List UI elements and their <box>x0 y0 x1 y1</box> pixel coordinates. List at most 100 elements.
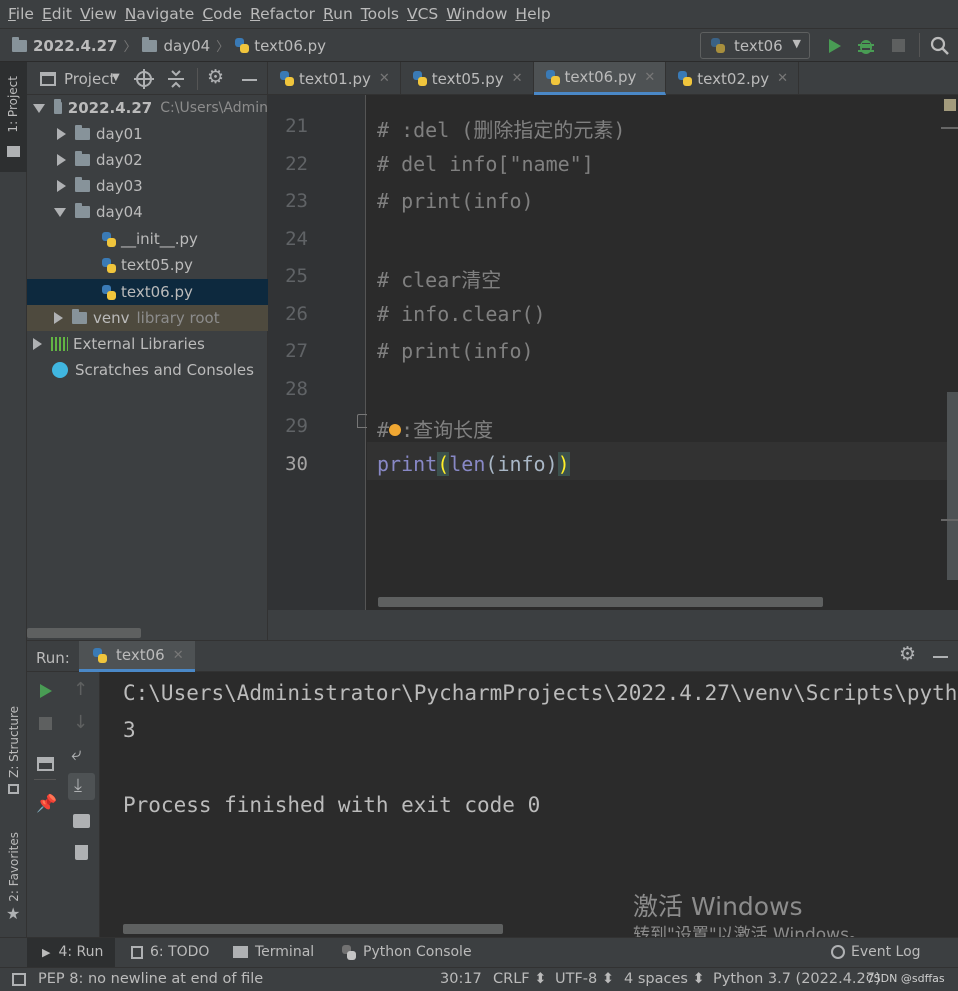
menu-edit[interactable]: Edit <box>38 5 76 23</box>
pin-icon[interactable]: 📌 <box>36 794 57 814</box>
chevron-right-icon: 〉 <box>216 40 230 55</box>
menu-refactor[interactable]: Refactor <box>246 5 319 23</box>
tree-folder-day04[interactable]: day04 <box>27 199 268 225</box>
tab-label: text01.py <box>299 69 371 88</box>
tab-text01[interactable]: text01.py ✕ <box>268 62 401 95</box>
menu-tools[interactable]: Tools <box>357 5 403 23</box>
tab-text02[interactable]: text02.py ✕ <box>666 62 800 95</box>
expand-icon[interactable] <box>54 207 66 217</box>
minimize-icon[interactable] <box>933 656 948 658</box>
project-view-select[interactable]: Project <box>64 70 115 88</box>
run-icon[interactable] <box>827 38 843 54</box>
tab-text06[interactable]: text06.py ✕ <box>533 62 667 95</box>
arrow-down-icon[interactable]: ↓ <box>73 712 88 733</box>
status-position[interactable]: 30:17 <box>440 971 482 987</box>
tab-python-console[interactable]: Python Console <box>342 944 472 960</box>
run-tab-text06[interactable]: text06 ✕ <box>79 641 195 672</box>
trash-icon[interactable] <box>75 845 88 860</box>
soft-wrap-icon[interactable]: ⤶ <box>71 743 82 765</box>
breadcrumb-folder[interactable]: day04 <box>163 37 210 55</box>
run-console[interactable]: C:\Users\Administrator\PycharmProjects\2… <box>100 672 958 937</box>
error-stripe-mark <box>941 127 958 129</box>
menu-vcs[interactable]: VCS <box>403 5 442 23</box>
tree-folder-label: day02 <box>96 151 143 169</box>
menu-file[interactable]: File <box>4 5 38 23</box>
project-tool-tab[interactable]: 1: Project <box>0 62 27 172</box>
menu-code[interactable]: Code <box>198 5 246 23</box>
status-encoding[interactable]: UTF-8 ⬍ <box>555 971 614 987</box>
status-bar: PEP 8: no newline at end of file 30:17 C… <box>0 967 958 991</box>
tab-todo[interactable]: 6: TODO <box>131 944 209 960</box>
chevron-down-icon: ▼ <box>792 37 801 50</box>
credit-watermark: CSDN @sdffas <box>866 972 945 985</box>
folder-icon <box>72 309 87 324</box>
library-icon <box>51 337 68 351</box>
structure-tool-tab[interactable]: Z: Structure <box>7 706 21 778</box>
line-number: 21 <box>285 115 308 137</box>
collapse-icon[interactable] <box>57 128 66 140</box>
menu-run[interactable]: Run <box>319 5 357 23</box>
search-icon[interactable] <box>930 36 949 55</box>
tab-run[interactable]: ▶ 4: Run <box>42 944 103 960</box>
code-line: # :del (删除指定的元素) <box>377 118 626 142</box>
close-icon[interactable]: ✕ <box>777 71 788 86</box>
tree-scratches[interactable]: Scratches and Consoles <box>27 357 268 383</box>
debug-icon[interactable] <box>857 36 875 55</box>
collapse-all-icon[interactable] <box>167 69 185 89</box>
locate-icon[interactable] <box>134 69 154 89</box>
tree-file-init[interactable]: __init__.py <box>27 226 268 252</box>
arrow-up-icon[interactable]: ↑ <box>73 679 88 700</box>
collapse-icon[interactable] <box>54 312 63 324</box>
favorites-tool-tab[interactable]: 2: Favorites <box>7 832 21 902</box>
status-line-separator[interactable]: CRLF ⬍ <box>493 971 546 987</box>
rerun-icon[interactable] <box>38 683 54 699</box>
collapse-icon[interactable] <box>57 180 66 192</box>
expand-icon[interactable] <box>33 103 45 113</box>
run-configuration-select[interactable]: text06 ▼ <box>700 32 810 59</box>
breadcrumb-project[interactable]: 2022.4.27 <box>33 37 117 55</box>
stop-icon[interactable] <box>892 39 905 52</box>
layout-icon[interactable] <box>37 757 54 771</box>
status-indent[interactable]: 4 spaces ⬍ <box>624 971 705 987</box>
code-editor[interactable]: # :del (删除指定的元素) # del info["name"] # pr… <box>367 95 958 610</box>
close-icon[interactable]: ✕ <box>644 70 655 85</box>
editor-tabs: text01.py ✕ text05.py ✕ text06.py ✕ text02.… <box>268 62 958 95</box>
tree-file-text05[interactable]: text05.py <box>27 252 268 278</box>
paren-token: ) <box>557 452 570 476</box>
close-icon[interactable]: ✕ <box>173 648 184 663</box>
menu-help[interactable]: Help <box>511 5 554 23</box>
inspection-status-icon[interactable] <box>944 99 956 111</box>
status-message[interactable]: PEP 8: no newline at end of file <box>38 971 263 987</box>
tree-folder-day02[interactable]: day02 <box>27 147 268 173</box>
tab-event-log[interactable]: Event Log <box>831 944 921 960</box>
tool-windows-icon[interactable] <box>12 973 26 986</box>
print-icon[interactable] <box>73 814 90 828</box>
tab-terminal[interactable]: Terminal <box>233 944 314 960</box>
vertical-scrollbar[interactable] <box>947 392 958 580</box>
close-icon[interactable]: ✕ <box>512 71 523 86</box>
menu-navigate[interactable]: Navigate <box>121 5 199 23</box>
tree-folder-day03[interactable]: day03 <box>27 173 268 199</box>
collapse-icon[interactable] <box>57 154 66 166</box>
tree-folder-venv[interactable]: venv library root <box>27 305 268 331</box>
close-icon[interactable]: ✕ <box>379 71 390 86</box>
tree-folder-day01[interactable]: day01 <box>27 121 268 147</box>
tree-file-text06-selected[interactable]: text06.py <box>27 279 268 305</box>
chevron-down-icon[interactable]: ▼ <box>112 72 120 83</box>
gear-icon[interactable]: ⚙ <box>207 66 224 88</box>
lightbulb-icon[interactable] <box>389 424 401 436</box>
collapse-icon[interactable] <box>33 338 42 350</box>
tree-root[interactable]: 2022.4.27 C:\Users\Admin <box>27 95 268 121</box>
tab-text05[interactable]: text05.py ✕ <box>401 62 534 95</box>
breadcrumb-file[interactable]: text06.py <box>254 37 326 55</box>
menu-window[interactable]: Window <box>442 5 511 23</box>
stop-icon[interactable] <box>39 717 52 730</box>
menu-view[interactable]: View <box>76 5 121 23</box>
scroll-to-end-toggle[interactable]: ⤓ <box>68 773 95 800</box>
gear-icon[interactable]: ⚙ <box>899 643 916 665</box>
horizontal-scrollbar[interactable] <box>123 924 503 934</box>
tree-external-libraries[interactable]: External Libraries <box>27 331 268 357</box>
minimize-icon[interactable] <box>242 79 257 81</box>
horizontal-scrollbar[interactable] <box>27 628 141 638</box>
horizontal-scrollbar[interactable] <box>378 597 823 607</box>
